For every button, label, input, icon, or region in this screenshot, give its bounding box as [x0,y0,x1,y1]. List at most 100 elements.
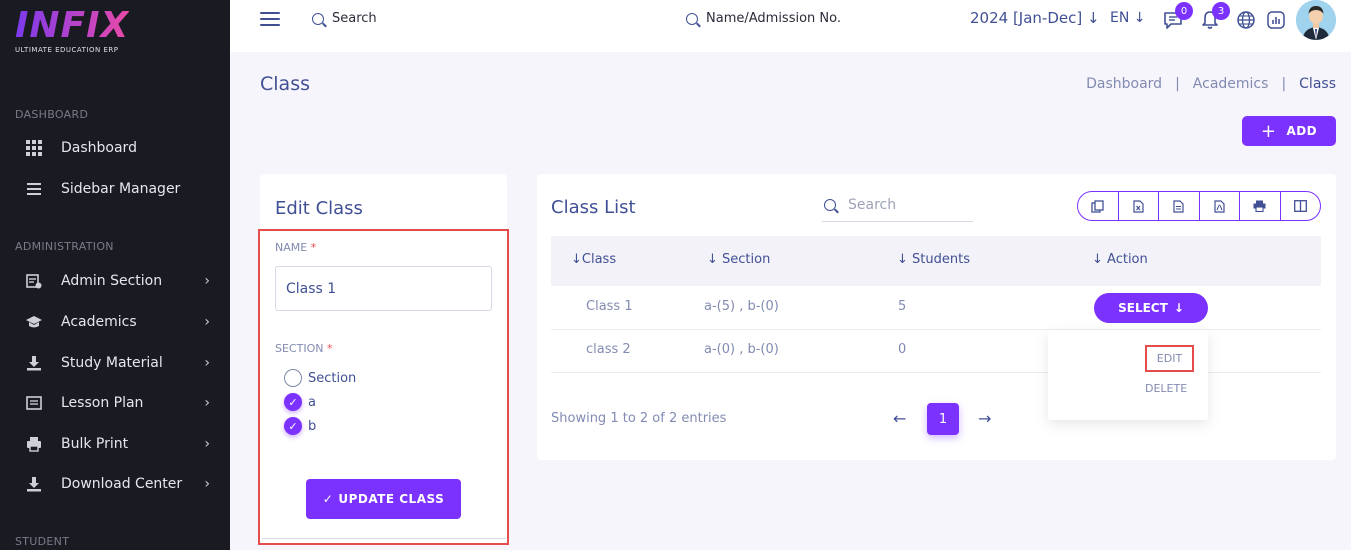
globe-icon [1237,11,1255,29]
session-value: 2024 [Jan-Dec] [970,9,1083,27]
select-label: SELECT [1118,301,1168,315]
notifications-button[interactable]: 3 [1199,2,1230,31]
sidebar-item-dashboard[interactable]: Dashboard [25,136,215,160]
section-option-a[interactable]: ✓ a [284,393,316,411]
section-option-label: b [308,418,317,434]
student-search-label: Name/Admission No. [706,11,841,26]
class-name-input[interactable] [275,266,492,311]
column-header-label: Action [1107,252,1148,267]
table-info: Showing 1 to 2 of 2 entries [551,411,727,426]
column-header-section[interactable]: ↓ Section [707,252,770,267]
download-icon [25,475,43,493]
table-search-input[interactable]: Search [822,188,973,222]
messages-button[interactable]: 0 [1162,2,1193,31]
globe-button[interactable] [1235,9,1257,31]
excel-file-icon [1133,199,1144,213]
sidebar-item-label: Admin Section [61,273,163,289]
avatar-image [1296,0,1336,40]
session-selector[interactable]: 2024 [Jan-Dec] ↓ [970,9,1100,27]
admin-icon [25,272,43,290]
download-icon [25,354,43,372]
sidebar-item-admin-section[interactable]: Admin Section › [25,269,215,293]
breadcrumb-dashboard[interactable]: Dashboard [1086,76,1162,92]
arrow-down-icon: ↓ [1173,301,1184,315]
global-search[interactable]: Search [312,11,377,26]
sidebar-item-label: Download Center [61,476,183,492]
sidebar-section-student: STUDENT [15,535,70,548]
language-value: EN [1110,10,1130,26]
update-class-button[interactable]: ✓ UPDATE CLASS [306,479,461,519]
sidebar-item-academics[interactable]: Academics › [25,310,215,334]
checkbox-unchecked-icon [284,369,302,387]
reports-button[interactable] [1265,9,1287,31]
printer-icon [25,435,43,453]
brand-name: INFIX [15,5,130,46]
hamburger-menu-icon[interactable] [260,12,280,28]
pdf-button[interactable] [1200,192,1240,220]
print-button[interactable] [1240,192,1281,220]
sort-icon: ↓ [571,252,582,267]
required-mark: * [326,342,333,355]
column-header-label: Students [912,252,970,267]
column-header-students[interactable]: ↓ Students [897,252,970,267]
select-action-button[interactable]: SELECT ↓ [1094,293,1208,323]
sidebar-item-study-material[interactable]: Study Material › [25,351,215,375]
graduation-cap-icon [25,313,43,331]
cell-class: Class 1 [586,299,633,314]
section-option-label: a [308,394,316,410]
notifications-badge: 3 [1212,2,1230,20]
language-selector[interactable]: EN ↓ [1110,10,1146,26]
column-header-action[interactable]: ↓ Action [1092,252,1148,267]
brand-logo[interactable]: INFIX ULTIMATE EDUCATION ERP [15,5,130,55]
cell-section: a-(0) , b-(0) [704,342,779,357]
action-dropdown-menu [1048,330,1208,420]
topbar: Search Name/Admission No. 2024 [Jan-Dec]… [230,0,1351,52]
add-button[interactable]: + ADD [1242,116,1336,146]
sort-icon: ↓ [897,252,913,267]
edit-class-title: Edit Class [275,198,363,219]
student-search[interactable]: Name/Admission No. [686,11,841,26]
update-class-label: UPDATE CLASS [338,492,445,506]
copy-button[interactable] [1078,192,1119,220]
section-label-text: SECTION [275,342,324,355]
cell-students: 0 [898,342,907,357]
list-icon [25,180,43,198]
checkbox-checked-icon: ✓ [284,393,302,411]
brand-tagline: ULTIMATE EDUCATION ERP [15,46,119,54]
chevron-right-icon: › [204,314,210,330]
csv-button[interactable] [1159,192,1200,220]
breadcrumb-separator: | [1281,76,1287,92]
sidebar-item-bulk-print[interactable]: Bulk Print › [25,432,215,456]
search-icon [686,12,698,25]
arrow-down-icon: ↓ [1133,10,1146,26]
sidebar-item-label: Lesson Plan [61,395,144,411]
search-icon [312,12,324,25]
excel-button[interactable] [1119,192,1159,220]
sidebar-item-label: Study Material [61,355,163,371]
chevron-right-icon: › [204,476,210,492]
next-page-arrow-icon[interactable]: → [978,409,991,428]
breadcrumb-academics[interactable]: Academics [1193,76,1269,92]
user-avatar[interactable] [1296,0,1336,40]
delete-menu-item[interactable]: DELETE [1145,382,1187,395]
section-option-all[interactable]: Section [284,369,356,387]
sidebar-item-download-center[interactable]: Download Center › [25,472,215,496]
prev-page-arrow-icon[interactable]: ← [893,409,906,428]
global-search-label: Search [332,11,377,26]
column-header-class[interactable]: ↓Class [571,252,616,267]
edit-menu-item[interactable]: EDIT [1145,345,1194,372]
grid-icon [25,139,43,157]
sidebar-item-sidebar-manager[interactable]: Sidebar Manager [25,177,215,201]
columns-icon [1293,200,1307,212]
book-icon [25,394,43,412]
table-search-placeholder: Search [848,196,897,213]
sidebar-item-lesson-plan[interactable]: Lesson Plan › [25,391,215,415]
columns-button[interactable] [1281,192,1321,220]
printer-icon [1253,200,1266,212]
copy-icon [1091,199,1104,213]
sidebar-item-label: Bulk Print [61,436,129,452]
bar-chart-icon [1267,11,1285,29]
section-option-b[interactable]: ✓ b [284,417,316,435]
page-number-button[interactable]: 1 [927,403,959,435]
checkbox-checked-icon: ✓ [284,417,302,435]
